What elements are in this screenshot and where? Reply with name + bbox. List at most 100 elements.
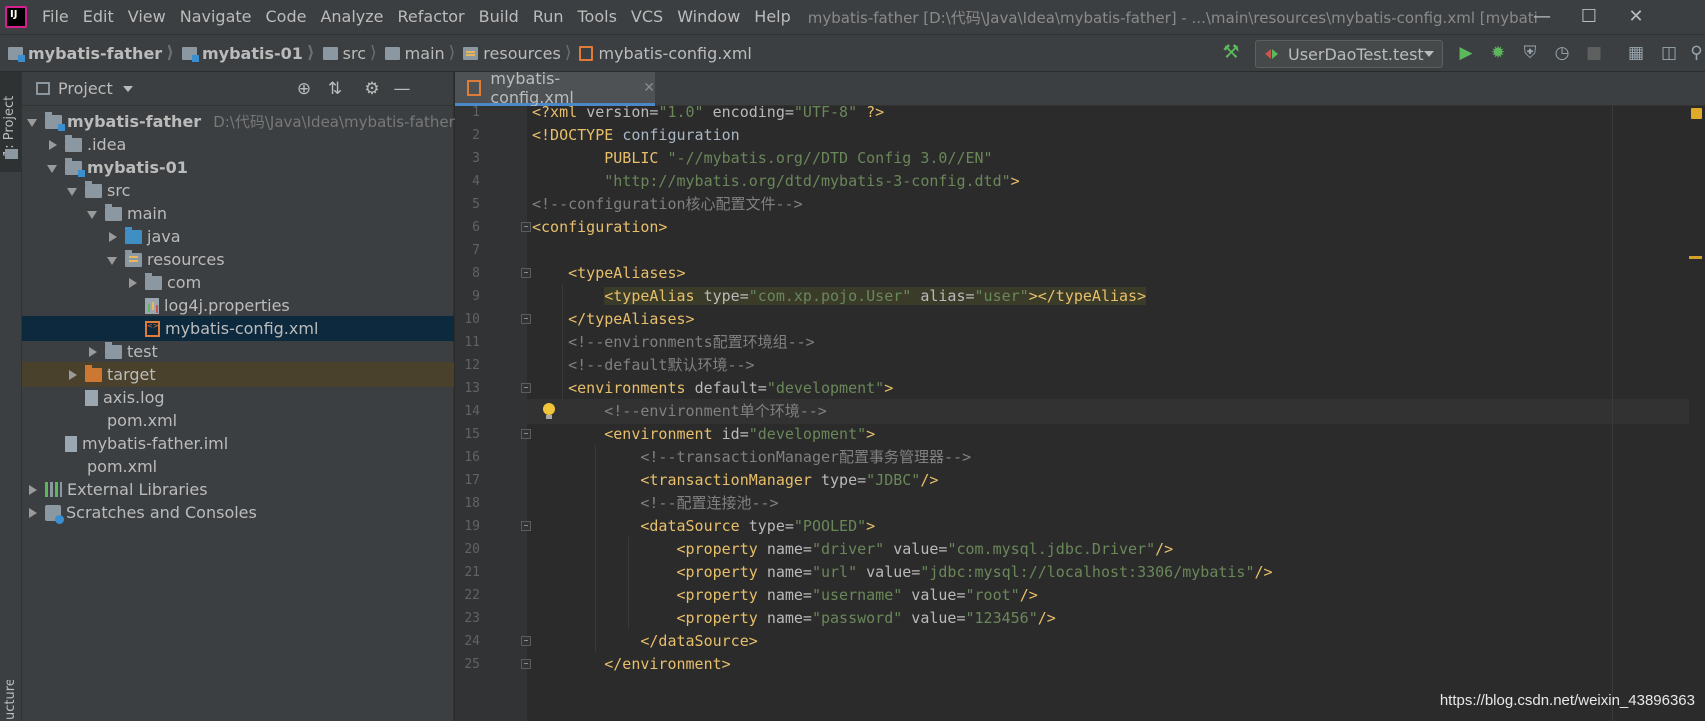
code-line[interactable]: PUBLIC "-//mybatis.org//DTD Config 3.0//…	[455, 146, 1705, 171]
menu-tools[interactable]: Tools	[571, 0, 624, 34]
expanded-arrow-icon[interactable]	[67, 186, 77, 196]
code-line[interactable]: <dataSource type="POOLED">	[455, 514, 1705, 539]
code-line[interactable]: <!DOCTYPE configuration	[455, 123, 1705, 148]
search-everywhere-icon[interactable]: ⚲	[1688, 41, 1705, 65]
menu-file[interactable]: File	[35, 0, 76, 34]
code-line[interactable]: <environments default="development">	[455, 376, 1705, 401]
collapsed-arrow-icon[interactable]	[47, 139, 57, 150]
code-editor[interactable]: <?xml version="1.0" encoding="UTF-8" ?> <…	[455, 106, 1705, 721]
line-number[interactable]: 4	[455, 169, 480, 194]
code-line[interactable]: <!--default默认环境-->	[455, 353, 1705, 378]
line-number[interactable]: 14	[455, 399, 480, 424]
line-number[interactable]: 11	[455, 330, 480, 355]
tab-mybatis-config[interactable]: mybatis-config.xml ✕	[455, 69, 655, 107]
code-line[interactable]	[455, 238, 1705, 263]
editor-gutter[interactable]: 1 2 3 4 5 6 7 8 9 10 11 12 13 14 15 16 17 18 19 20 21 22 23 24 2…	[455, 106, 527, 721]
code-line[interactable]: </dataSource>	[455, 629, 1705, 654]
collapsed-arrow-icon[interactable]	[27, 507, 37, 518]
warning-status-icon[interactable]	[1691, 108, 1702, 119]
fold-marker-icon[interactable]	[521, 429, 531, 439]
hide-panel-icon[interactable]: —	[392, 79, 412, 99]
expanded-arrow-icon[interactable]	[27, 117, 37, 127]
gear-icon[interactable]: ⚙	[362, 79, 382, 99]
tree-item[interactable]: .idea	[22, 132, 454, 157]
code-line[interactable]: <!--transactionManager配置事务管理器-->	[455, 445, 1705, 470]
run-configuration-select[interactable]: UserDaoTest.test	[1255, 40, 1443, 68]
collapsed-arrow-icon[interactable]	[127, 277, 137, 288]
line-number[interactable]: 9	[455, 284, 480, 309]
tree-item[interactable]: log4j.properties	[22, 293, 454, 318]
tree-item[interactable]: mybatis-config.xml	[22, 316, 454, 341]
tree-item[interactable]: main	[22, 201, 454, 226]
fold-marker-icon[interactable]	[521, 383, 531, 393]
locate-target-icon[interactable]: ⊕	[294, 79, 314, 99]
code-line[interactable]: </typeAliases>	[455, 307, 1705, 332]
code-line[interactable]: <typeAlias type="com.xp.pojo.User" alias…	[455, 284, 1705, 309]
tree-item[interactable]: com	[22, 270, 454, 295]
tree-item[interactable]: test	[22, 339, 454, 364]
line-number[interactable]: 3	[455, 146, 480, 171]
code-line[interactable]: </environment>	[455, 652, 1705, 677]
menu-edit[interactable]: Edit	[76, 0, 121, 34]
close-window-icon[interactable]: ✕	[1613, 0, 1659, 34]
collapsed-arrow-icon[interactable]	[107, 231, 117, 242]
debug-icon[interactable]: ✹	[1486, 41, 1510, 65]
menu-window[interactable]: Window	[670, 0, 747, 34]
tree-item[interactable]: Scratches and Consoles	[22, 500, 454, 525]
menu-view[interactable]: View	[121, 0, 173, 34]
line-number[interactable]: 25	[455, 652, 480, 677]
line-number[interactable]: 23	[455, 606, 480, 631]
line-number[interactable]: 6	[455, 215, 480, 240]
error-stripe-marker[interactable]	[1689, 256, 1702, 259]
code-line[interactable]: <property name="driver" value="com.mysql…	[455, 537, 1705, 562]
close-icon[interactable]: ✕	[643, 80, 655, 96]
maximize-icon[interactable]: ☐	[1566, 0, 1612, 34]
line-number[interactable]: 12	[455, 353, 480, 378]
project-structure-icon[interactable]: ▦	[1624, 41, 1648, 65]
code-line[interactable]: <!--配置连接池-->	[455, 491, 1705, 516]
code-line[interactable]: <property name="username" value="root"/>	[455, 583, 1705, 608]
line-number[interactable]: 22	[455, 583, 480, 608]
line-number[interactable]: 2	[455, 123, 480, 148]
line-number[interactable]: 20	[455, 537, 480, 562]
fold-marker-icon[interactable]	[521, 268, 531, 278]
collapsed-arrow-icon[interactable]	[87, 346, 97, 357]
line-number[interactable]: 5	[455, 192, 480, 217]
line-number[interactable]: 19	[455, 514, 480, 539]
line-number[interactable]: 17	[455, 468, 480, 493]
intention-bulb-icon[interactable]	[542, 399, 556, 424]
tree-item[interactable]: axis.log	[22, 385, 454, 410]
expanded-arrow-icon[interactable]	[87, 209, 97, 219]
line-number[interactable]: 21	[455, 560, 480, 585]
tree-item[interactable]: src	[22, 178, 454, 203]
collapsed-arrow-icon[interactable]	[27, 484, 37, 495]
chevron-down-icon[interactable]	[122, 85, 133, 92]
line-number[interactable]: 13	[455, 376, 480, 401]
fold-marker-icon[interactable]	[521, 521, 531, 531]
code-line[interactable]: <!--configuration核心配置文件-->	[455, 192, 1705, 217]
menu-run[interactable]: Run	[526, 0, 571, 34]
breadcrumb-resources[interactable]: resources ⟩	[455, 43, 571, 63]
menu-analyze[interactable]: Analyze	[313, 0, 390, 34]
breadcrumb-src[interactable]: src ⟩	[315, 43, 377, 63]
run-icon[interactable]: ▶	[1454, 41, 1478, 65]
tree-item[interactable]: pom.xml	[22, 408, 454, 433]
code-line[interactable]: <!--environment单个环境-->	[455, 399, 1705, 424]
line-number[interactable]: 24	[455, 629, 480, 654]
fold-marker-icon[interactable]	[521, 659, 531, 669]
fold-marker-icon[interactable]	[521, 222, 531, 232]
menu-vcs[interactable]: VCS	[624, 0, 670, 34]
structure-tool-tab-label[interactable]: ucture	[3, 680, 18, 720]
menu-code[interactable]: Code	[259, 0, 314, 34]
collapsed-arrow-icon[interactable]	[67, 369, 77, 380]
code-line[interactable]: <environment id="development">	[455, 422, 1705, 447]
code-line[interactable]: <typeAliases>	[455, 261, 1705, 286]
menu-refactor[interactable]: Refactor	[391, 0, 472, 34]
breadcrumb-mybatis-01[interactable]: mybatis-01 ⟩	[174, 43, 315, 63]
breadcrumb-mybatis-config[interactable]: mybatis-config.xml	[571, 44, 752, 63]
coverage-icon[interactable]: ⛨	[1518, 41, 1542, 65]
minimize-icon[interactable]: —	[1519, 0, 1565, 34]
line-number[interactable]: 7	[455, 238, 480, 263]
line-number[interactable]: 16	[455, 445, 480, 470]
breadcrumb-mybatis-father[interactable]: mybatis-father ⟩	[0, 43, 174, 63]
